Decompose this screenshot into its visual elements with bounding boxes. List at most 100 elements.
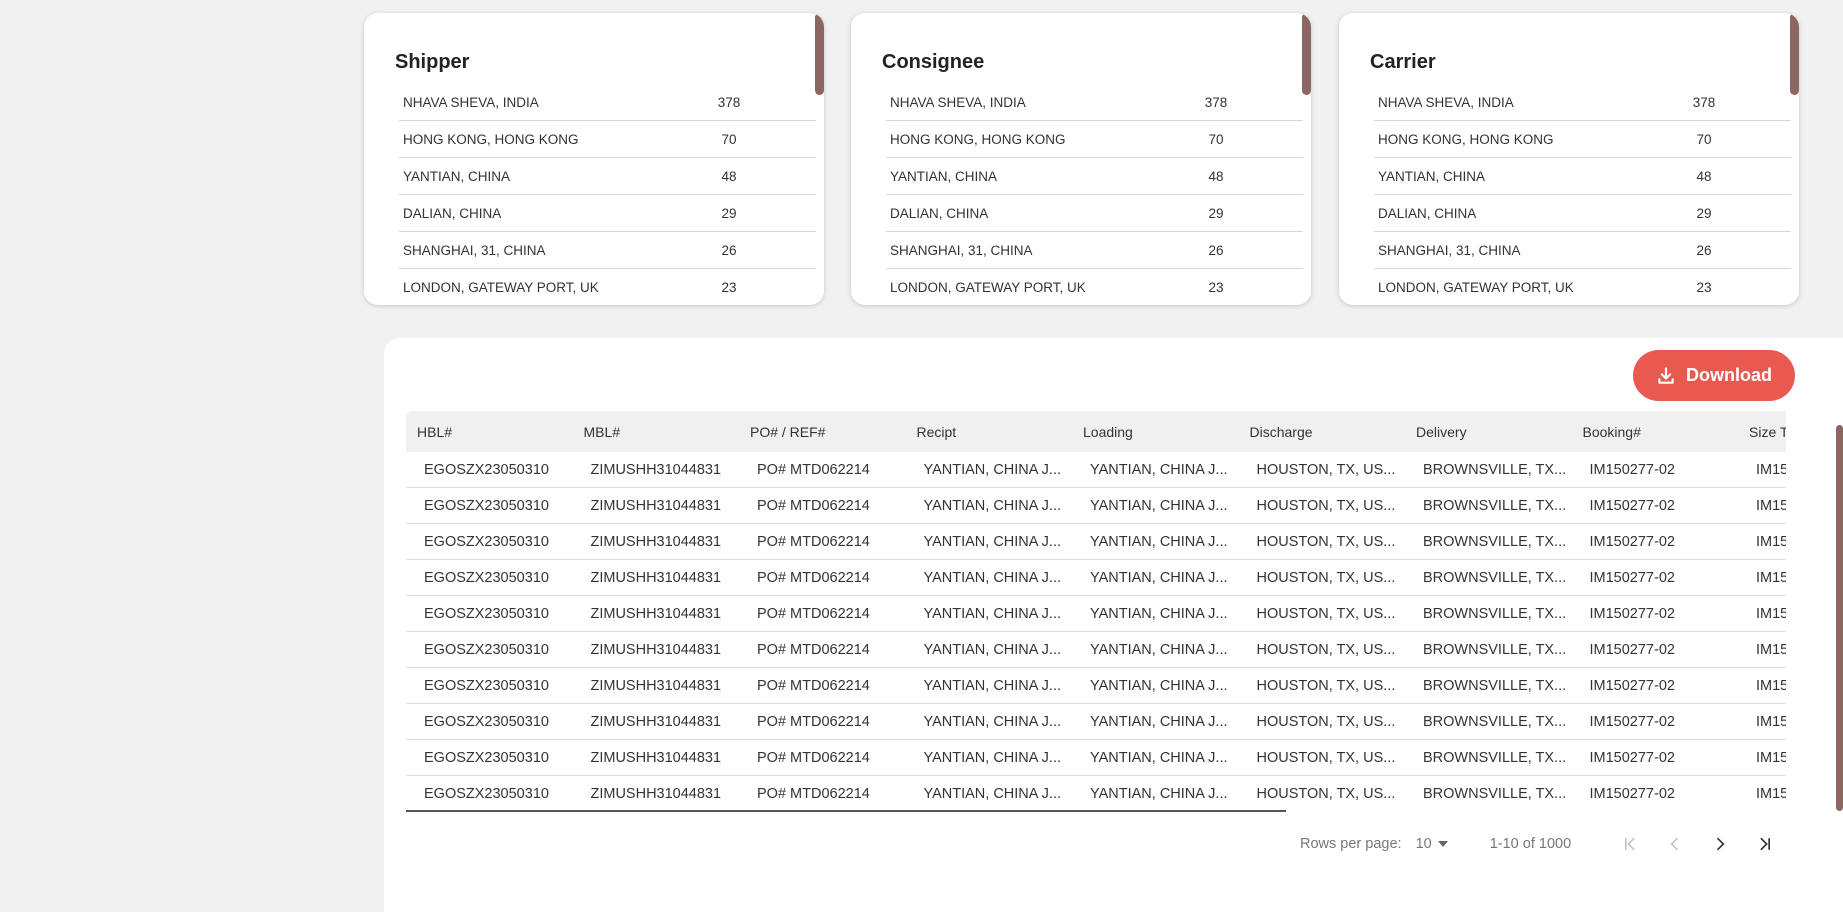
first-page-icon (1624, 837, 1635, 851)
card-row-name: DALIAN, CHINA (1378, 205, 1477, 221)
table-cell: YANTIAN, CHINA J... (1090, 785, 1228, 802)
card-row-count: 23 (1208, 279, 1224, 295)
card-row[interactable]: NHAVA SHEVA, INDIA 378 (886, 84, 1303, 121)
card-row[interactable]: SHANGHAI, 31, CHINA 26 (1374, 232, 1791, 269)
horizontal-scrollbar[interactable] (406, 810, 1286, 812)
table-cell: YANTIAN, CHINA J... (923, 461, 1062, 478)
card-row-name: HONG KONG, HONG KONG (1378, 131, 1554, 147)
table-cell: PO# MTD062214 (757, 533, 870, 550)
table-cell: BROWNSVILLE, TX... (1423, 497, 1567, 514)
table-cell: BROWNSVILLE, TX... (1423, 785, 1567, 802)
table-cell: IM150277-02 (1589, 713, 1675, 730)
card-row[interactable]: HONG KONG, HONG KONG 70 (399, 121, 816, 158)
table-row[interactable]: EGOSZX23050310 ZIMUSHH31044831 PO# MTD0622… (406, 488, 1786, 524)
table-row[interactable]: EGOSZX23050310 ZIMUSHH31044831 PO# MTD0622… (406, 632, 1786, 668)
table-cell: BROWNSVILLE, TX... (1423, 605, 1567, 622)
column-header[interactable]: Loading (1072, 424, 1239, 440)
previous-page-icon (1670, 837, 1678, 851)
card-row-count: 70 (721, 131, 737, 147)
table-cell: PO# MTD062214 (757, 605, 870, 622)
table-cell: EGOSZX23050310 (424, 785, 549, 802)
table-cell: HOUSTON, TX, US... (1256, 713, 1396, 730)
table-cell: PO# MTD062214 (757, 461, 870, 478)
table-header: HBL# MBL# PO# / REF# Recipt Loading Discharge… (406, 411, 1786, 452)
card-scrollbar-thumb[interactable] (1302, 13, 1311, 95)
column-header[interactable]: Size Ty (1738, 424, 1786, 440)
previous-page-button[interactable] (1652, 834, 1697, 854)
table-cell: YANTIAN, CHINA J... (923, 785, 1062, 802)
shipments-table: HBL# MBL# PO# / REF# Recipt Loading Discharge… (406, 411, 1786, 811)
first-page-button[interactable] (1607, 834, 1652, 854)
column-header[interactable]: HBL# (406, 424, 573, 440)
card-row-name: NHAVA SHEVA, INDIA (890, 94, 1026, 110)
table-cell: EGOSZX23050310 (424, 497, 549, 514)
card-row[interactable]: LONDON, GATEWAY PORT, UK 23 (1374, 269, 1791, 305)
card-row[interactable]: YANTIAN, CHINA 48 (886, 158, 1303, 195)
table-cell: ZIMUSHH31044831 (590, 785, 722, 802)
card-row-count: 26 (721, 242, 737, 258)
card-row[interactable]: LONDON, GATEWAY PORT, UK 23 (886, 269, 1303, 305)
card-row-count: 23 (1696, 279, 1712, 295)
card-row-name: NHAVA SHEVA, INDIA (1378, 94, 1514, 110)
table-cell: YANTIAN, CHINA J... (1090, 605, 1228, 622)
rows-per-page-value: 10 (1415, 836, 1432, 852)
card-row[interactable]: HONG KONG, HONG KONG 70 (886, 121, 1303, 158)
card-title: Consignee (882, 51, 985, 73)
table-cell: IM150277-02 (1589, 605, 1675, 622)
card-row-name: NHAVA SHEVA, INDIA (403, 94, 539, 110)
card-row-name: YANTIAN, CHINA (890, 168, 998, 184)
table-row[interactable]: EGOSZX23050310 ZIMUSHH31044831 PO# MTD0622… (406, 524, 1786, 560)
card-row[interactable]: SHANGHAI, 31, CHINA 26 (886, 232, 1303, 269)
card-row[interactable]: NHAVA SHEVA, INDIA 378 (1374, 84, 1791, 121)
column-header[interactable]: Delivery (1405, 424, 1572, 440)
download-button[interactable]: Download (1633, 350, 1795, 401)
column-header[interactable]: Booking# (1572, 424, 1739, 440)
card-row[interactable]: NHAVA SHEVA, INDIA 378 (399, 84, 816, 121)
card-row[interactable]: YANTIAN, CHINA 48 (399, 158, 816, 195)
table-cell: IM15 (1756, 677, 1786, 694)
table-row[interactable]: EGOSZX23050310 ZIMUSHH31044831 PO# MTD0622… (406, 560, 1786, 596)
card-row[interactable]: HONG KONG, HONG KONG 70 (1374, 121, 1791, 158)
card-row[interactable]: LONDON, GATEWAY PORT, UK 23 (399, 269, 816, 305)
card-row[interactable]: DALIAN, CHINA 29 (1374, 195, 1791, 232)
table-cell: HOUSTON, TX, US... (1256, 497, 1396, 514)
table-row[interactable]: EGOSZX23050310 ZIMUSHH31044831 PO# MTD0622… (406, 704, 1786, 740)
table-cell: YANTIAN, CHINA J... (1090, 533, 1228, 550)
card-row[interactable]: DALIAN, CHINA 29 (399, 195, 816, 232)
table-row[interactable]: EGOSZX23050310 ZIMUSHH31044831 PO# MTD0622… (406, 740, 1786, 776)
table-cell: IM15 (1756, 713, 1786, 730)
table-cell: BROWNSVILLE, TX... (1423, 641, 1567, 658)
column-header[interactable]: Discharge (1239, 424, 1406, 440)
table-row[interactable]: EGOSZX23050310 ZIMUSHH31044831 PO# MTD0622… (406, 596, 1786, 632)
table-cell: HOUSTON, TX, US... (1256, 533, 1396, 550)
card-row[interactable]: DALIAN, CHINA 29 (886, 195, 1303, 232)
card-scrollbar-thumb[interactable] (815, 13, 824, 95)
table-cell: PO# MTD062214 (757, 677, 870, 694)
table-row[interactable]: EGOSZX23050310 ZIMUSHH31044831 PO# MTD0622… (406, 668, 1786, 704)
page-scrollbar-thumb[interactable] (1836, 425, 1843, 811)
card-row[interactable]: SHANGHAI, 31, CHINA 26 (399, 232, 816, 269)
shipper-card: Shipper NHAVA SHEVA, INDIA 378 HONG KONG, … (364, 13, 824, 305)
card-list: NHAVA SHEVA, INDIA 378 HONG KONG, HONG KON… (886, 84, 1303, 305)
table-cell: BROWNSVILLE, TX... (1423, 713, 1567, 730)
column-header[interactable]: MBL# (573, 424, 740, 440)
table-cell: IM15 (1756, 605, 1786, 622)
table-cell: YANTIAN, CHINA J... (923, 533, 1062, 550)
table-cell: BROWNSVILLE, TX... (1423, 569, 1567, 586)
table-cell: BROWNSVILLE, TX... (1423, 461, 1567, 478)
next-page-button[interactable] (1697, 834, 1742, 854)
card-row-name: HONG KONG, HONG KONG (403, 131, 579, 147)
table-cell: YANTIAN, CHINA J... (1090, 713, 1228, 730)
table-row[interactable]: EGOSZX23050310 ZIMUSHH31044831 PO# MTD0622… (406, 452, 1786, 488)
column-header[interactable]: PO# / REF# (739, 424, 906, 440)
column-header[interactable]: Recipt (906, 424, 1073, 440)
card-scrollbar-thumb[interactable] (1790, 13, 1799, 95)
table-cell: HOUSTON, TX, US... (1256, 749, 1396, 766)
rows-per-page-select[interactable]: 10 (1416, 836, 1448, 852)
consignee-card: Consignee NHAVA SHEVA, INDIA 378 HONG KONG… (851, 13, 1311, 305)
table-row[interactable]: EGOSZX23050310 ZIMUSHH31044831 PO# MTD0622… (406, 776, 1786, 811)
table-cell: HOUSTON, TX, US... (1256, 785, 1396, 802)
table-cell: IM15 (1756, 461, 1786, 478)
card-row[interactable]: YANTIAN, CHINA 48 (1374, 158, 1791, 195)
last-page-button[interactable] (1742, 834, 1787, 854)
